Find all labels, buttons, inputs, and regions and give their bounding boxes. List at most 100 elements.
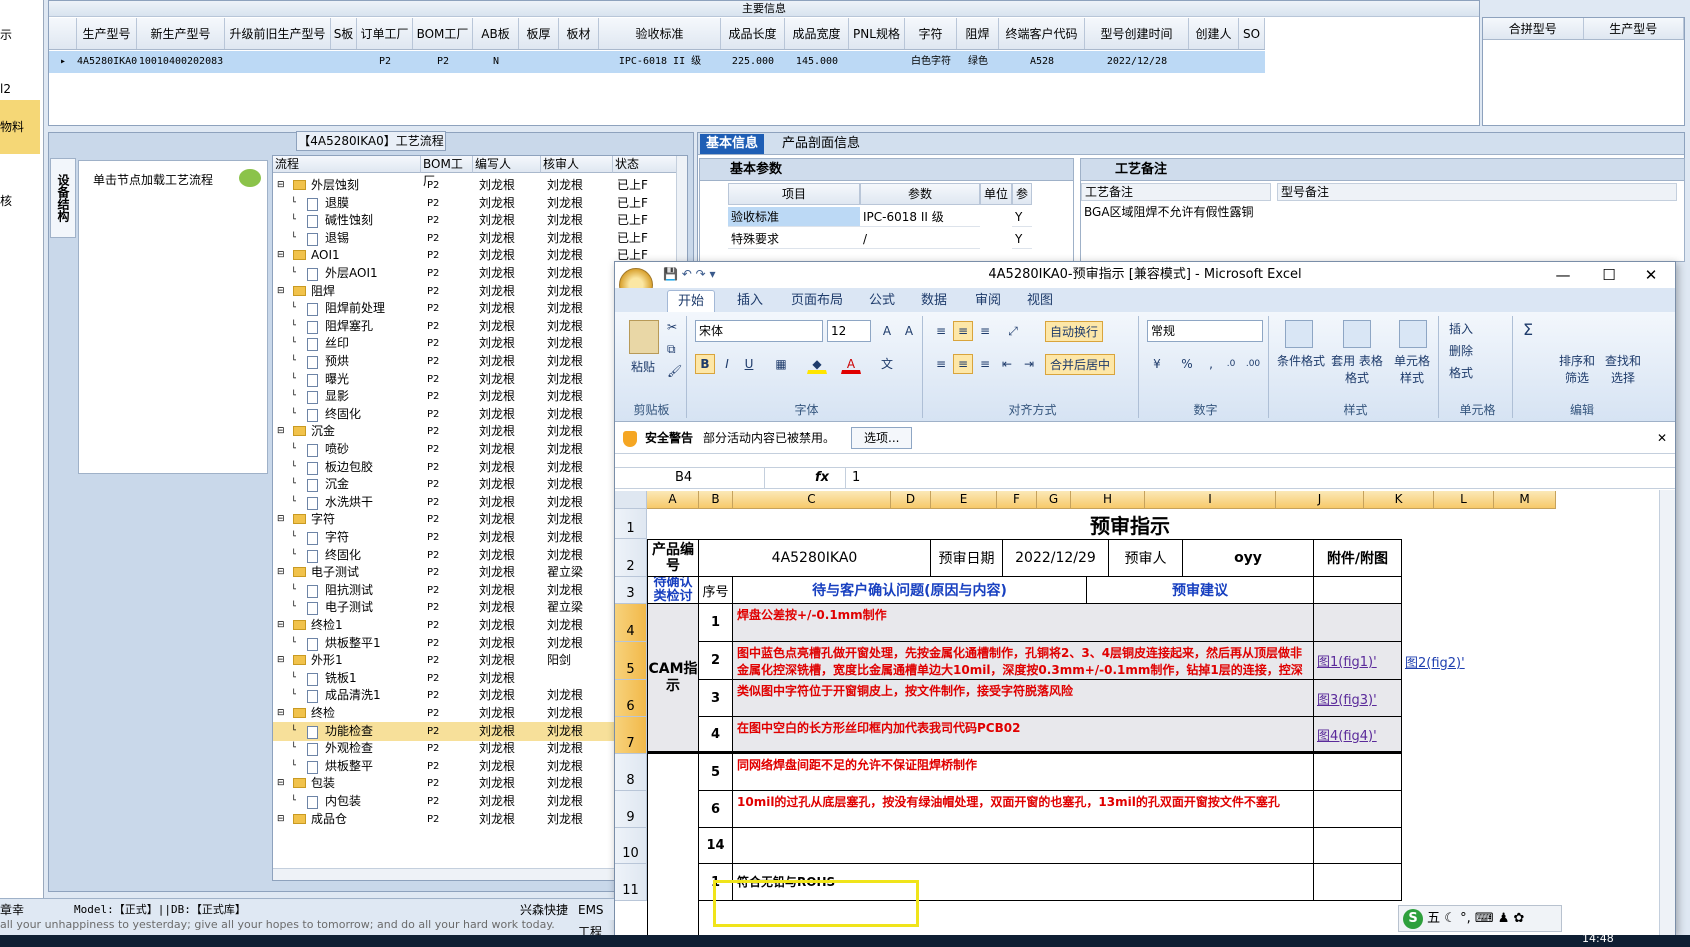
column-header[interactable]: SO [1239, 18, 1265, 49]
flow-step-name[interactable]: 外观检查 [325, 739, 417, 758]
flow-tree-row[interactable]: ⊟ 外层蚀刻 P2 刘龙根 刘龙根 已上F [273, 176, 678, 195]
insert-cells-button[interactable]: 插入 [1449, 320, 1473, 337]
column-header[interactable]: D [891, 491, 931, 509]
issue-text-cell[interactable]: 10mil的过孔从底层塞孔，按没有绿油帽处理，双面开窗的也塞孔，13mil的孔双… [733, 791, 1314, 828]
expand-toggle-icon[interactable]: ⊟ [277, 282, 285, 301]
table-cell[interactable]: P2 [413, 51, 473, 73]
column-header[interactable]: K [1364, 491, 1434, 509]
decrease-indent-icon[interactable]: ⇤ [997, 354, 1017, 374]
table-cell[interactable]: IPC-6018 II 级 [599, 51, 721, 73]
seq-cell[interactable]: 5 [699, 754, 733, 791]
flow-step-name[interactable]: 终检 [311, 704, 417, 723]
row-header[interactable]: 10 [615, 828, 647, 864]
tab-home[interactable]: 开始 [667, 290, 716, 312]
phonetic-icon[interactable]: 文 [877, 354, 897, 374]
find-select-button[interactable]: 查找和 选择 [1603, 352, 1643, 386]
flow-step-name[interactable]: 功能检查 [325, 722, 417, 741]
tab-review[interactable]: 审阅 [965, 290, 1011, 312]
product-code[interactable]: 4A5280IKA0 [699, 539, 931, 577]
table-cell[interactable] [1239, 51, 1265, 73]
cell-style-icon[interactable] [1399, 320, 1427, 348]
increase-decimal-icon[interactable]: .0 [1221, 354, 1241, 374]
issue-text-cell[interactable]: 同网络焊盘间距不足的允许不保证阻焊桥制作 [733, 754, 1314, 791]
flow-step-name[interactable]: 退锡 [325, 229, 417, 248]
select-all-corner[interactable] [615, 491, 647, 509]
row-header[interactable]: 5 [615, 642, 647, 680]
pending-label[interactable]: 待确认类检讨 [647, 577, 699, 604]
autosum-icon[interactable]: Σ [1523, 320, 1533, 339]
column-header[interactable]: 板厚 [519, 18, 559, 49]
attachment-cell[interactable] [1314, 577, 1402, 604]
number-format-select[interactable]: 常规 [1147, 320, 1263, 342]
tab-insert[interactable]: 插入 [727, 290, 773, 312]
flow-step-name[interactable]: 铣板1 [325, 669, 417, 688]
column-header[interactable]: 验收标准 [599, 18, 721, 49]
flow-step-name[interactable]: 终检1 [311, 616, 417, 635]
minimize-icon[interactable]: — [1543, 262, 1583, 288]
table-cell[interactable] [559, 51, 599, 73]
flow-step-name[interactable]: 阻焊 [311, 282, 417, 301]
flow-step-name[interactable]: 碱性蚀刻 [325, 211, 417, 230]
merge-center-button[interactable]: 合并后居中 [1045, 354, 1116, 375]
close-warning-icon[interactable]: ✕ [1657, 422, 1667, 454]
ime-toolbar[interactable]: S 五 ☾ °, ⌨ ♟ ✿ [1398, 905, 1562, 932]
vertical-scrollbar[interactable] [1659, 490, 1675, 936]
column-header[interactable]: 核审人 [541, 156, 613, 173]
expand-toggle-icon[interactable]: ⊟ [277, 510, 285, 529]
column-header[interactable]: 板材 [559, 18, 599, 49]
decrease-decimal-icon[interactable]: .00 [1243, 354, 1263, 374]
attachment-cell[interactable] [1314, 754, 1402, 791]
reviewer-name[interactable]: oyy [1183, 539, 1314, 577]
equipment-structure-tab[interactable]: 设备结构 [50, 158, 76, 238]
paste-icon[interactable] [629, 320, 659, 354]
flow-step-name[interactable]: 阻焊塞孔 [325, 317, 417, 336]
align-bottom-icon[interactable]: ≡ [975, 321, 995, 341]
column-header[interactable]: 生产型号 [1584, 18, 1684, 39]
row-header[interactable]: 7 [615, 717, 647, 754]
options-button[interactable]: 选项... [851, 427, 913, 449]
attachment-cell[interactable]: 图4(fig4)' [1314, 717, 1402, 754]
comma-icon[interactable]: , [1201, 354, 1221, 374]
sogou-ime-icon[interactable]: S [1403, 908, 1423, 929]
column-header[interactable]: 合拼型号 [1483, 18, 1584, 39]
flow-step-name[interactable]: 显影 [325, 387, 417, 406]
cam-instructions-label[interactable]: CAM指示 [647, 604, 699, 754]
column-header[interactable]: BOM工厂 [413, 18, 473, 49]
expand-toggle-icon[interactable]: ⊟ [277, 651, 285, 670]
attachment-cell[interactable] [1314, 864, 1402, 901]
align-right-icon[interactable]: ≡ [975, 354, 995, 374]
table-cell[interactable]: 145.000 [785, 51, 849, 73]
column-header[interactable]: 状态 [613, 156, 678, 173]
expand-toggle-icon[interactable]: ⊟ [277, 616, 285, 635]
ime-mode[interactable]: 五 [1427, 911, 1440, 926]
fill-color-icon[interactable]: ◆ [807, 354, 827, 374]
column-header[interactable]: 创建人 [1189, 18, 1239, 49]
underline-icon[interactable]: U [739, 354, 759, 374]
tab-view[interactable]: 视图 [1017, 290, 1063, 312]
seq-cell[interactable]: 1 [699, 604, 733, 642]
attachment-link[interactable]: 图3(fig3)' [1314, 689, 1377, 708]
column-header[interactable]: F [997, 491, 1037, 509]
issue-text-cell[interactable]: 焊盘公差按+/-0.1mm制作 [733, 604, 1314, 642]
attachment-cell[interactable] [1314, 604, 1402, 642]
function-icon[interactable]: fx [815, 468, 829, 488]
font-size-select[interactable]: 12 [827, 320, 871, 342]
font-name-select[interactable]: 宋体 [695, 320, 823, 342]
row-header[interactable]: 6 [615, 680, 647, 717]
column-header[interactable]: 新生产型号 [137, 18, 225, 49]
table-cell[interactable]: 10010400202083 [137, 51, 225, 73]
product-label[interactable]: 产品编号 [647, 539, 699, 577]
table-format-icon[interactable] [1343, 320, 1371, 348]
column-header[interactable]: 生产型号 [77, 18, 137, 49]
expand-toggle-icon[interactable]: ⊟ [277, 704, 285, 723]
column-header[interactable]: BOM工厂 [421, 156, 473, 188]
table-row-selected[interactable]: ▸ 4A5280IKA0 10010400202083 P2 P2 N IPC-6018 I… [49, 51, 1265, 73]
column-header[interactable]: H [1071, 491, 1145, 509]
quick-access-toolbar[interactable]: 💾 ↶ ↷ ▾ [663, 267, 716, 281]
attachment-link[interactable]: 图1(fig1)' [1314, 651, 1377, 670]
column-header[interactable]: 项目 [728, 183, 860, 205]
flow-step-name[interactable]: 阻抗测试 [325, 581, 417, 600]
column-header[interactable]: J [1276, 491, 1364, 509]
row-header[interactable]: 9 [615, 791, 647, 828]
param-value[interactable]: IPC-6018 II 级 [860, 207, 980, 227]
